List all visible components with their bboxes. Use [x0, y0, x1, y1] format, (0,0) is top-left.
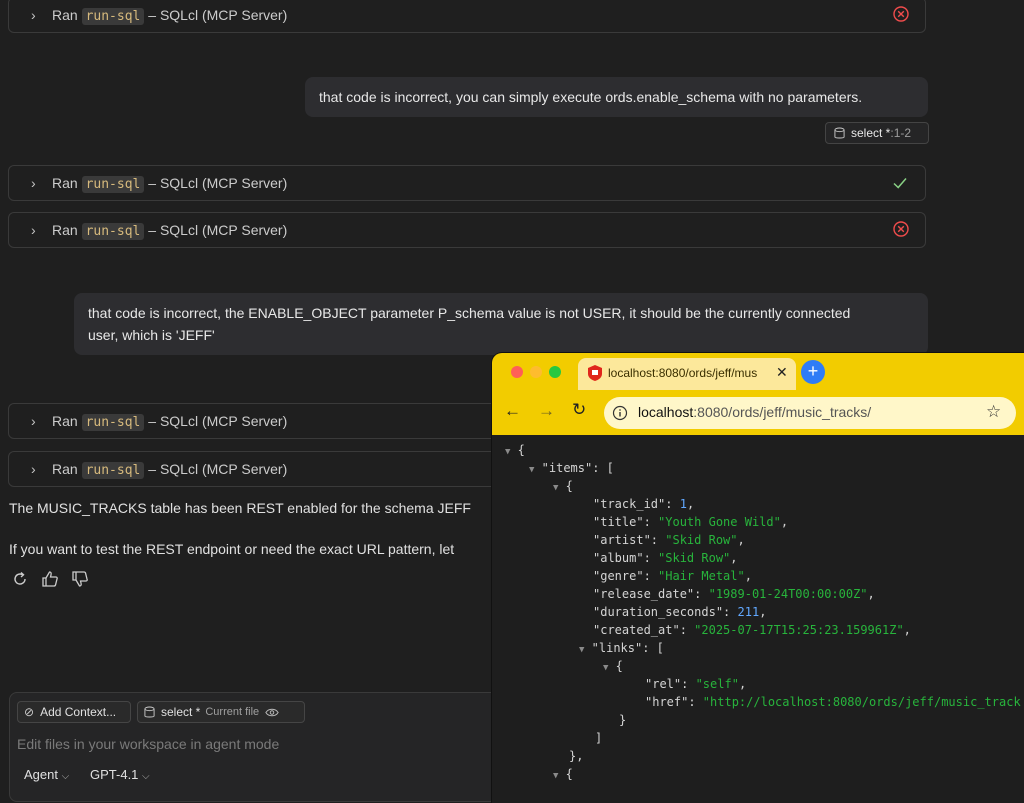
tool-run-row[interactable]: › Ran run-sql – SQLcl (MCP Server) — [8, 212, 926, 248]
error-icon — [893, 6, 909, 22]
tool-run-label: Ran run-sql – SQLcl (MCP Server) — [52, 175, 288, 193]
tab-strip: localhost:8080/ords/jeff/mus ✕ + — [492, 353, 1024, 390]
current-file-chip[interactable]: select * Current file — [137, 701, 305, 723]
close-tab-icon[interactable]: ✕ — [776, 364, 788, 381]
user-message: that code is incorrect, you can simply e… — [305, 77, 928, 117]
current-file-name: select * — [161, 705, 201, 719]
bookmark-star-icon[interactable]: ☆ — [986, 402, 1001, 422]
collapse-triangle-icon[interactable]: ▼ — [529, 465, 534, 475]
chevron-right-icon: › — [31, 7, 36, 23]
model-select[interactable]: GPT-4.1 ⌵ — [90, 767, 150, 782]
tool-run-label: Ran run-sql – SQLcl (MCP Server) — [52, 413, 288, 431]
browser-tab[interactable]: localhost:8080/ords/jeff/mus ✕ — [578, 358, 796, 390]
info-icon[interactable] — [612, 405, 628, 421]
tool-run-label: Ran run-sql – SQLcl (MCP Server) — [52, 461, 288, 479]
file-ref-range: :1-2 — [890, 126, 912, 140]
message-text: user, which is 'JEFF' — [88, 327, 215, 343]
collapse-triangle-icon[interactable]: ▼ — [505, 447, 510, 457]
reload-icon[interactable]: ↻ — [572, 400, 586, 420]
minimize-window-button[interactable] — [530, 366, 542, 378]
chat-input-panel: ⊘ Add Context... select * Current file E… — [9, 692, 569, 802]
chat-input-placeholder[interactable]: Edit files in your workspace in agent mo… — [17, 736, 279, 752]
agent-response: If you want to test the REST endpoint or… — [9, 541, 455, 557]
collapse-triangle-icon[interactable]: ▼ — [553, 483, 558, 493]
database-icon — [834, 127, 845, 138]
collapse-triangle-icon[interactable]: ▼ — [553, 771, 558, 781]
thumbs-up-icon[interactable] — [41, 570, 59, 588]
browser-window: localhost:8080/ords/jeff/mus ✕ + ← → ↻ l… — [492, 353, 1024, 803]
json-viewer: ▼ { ▼ "items": [ ▼ { "track_id": 1, "tit… — [492, 435, 1024, 803]
chevron-right-icon: › — [31, 413, 36, 429]
back-arrow-icon[interactable]: ← — [504, 401, 521, 421]
forward-arrow-icon[interactable]: → — [538, 401, 555, 421]
tool-run-row[interactable]: › Ran run-sql – SQLcl (MCP Server) — [8, 165, 926, 201]
chevron-down-icon: ⌵ — [61, 771, 70, 782]
browser-toolbar: ← → ↻ localhost:8080/ords/jeff/music_tra… — [492, 390, 1024, 435]
chevron-right-icon: › — [31, 222, 36, 238]
chevron-down-icon: ⌵ — [142, 771, 150, 782]
file-reference-chip[interactable]: select *:1-2 — [825, 122, 929, 144]
collapse-triangle-icon[interactable]: ▼ — [603, 663, 608, 673]
database-icon — [144, 706, 155, 717]
file-ref-name: select * — [851, 126, 891, 140]
check-icon — [893, 178, 907, 189]
message-text: that code is incorrect, the ENABLE_OBJEC… — [88, 305, 851, 321]
tab-title: localhost:8080/ords/jeff/mus — [608, 366, 758, 380]
user-message: that code is incorrect, the ENABLE_OBJEC… — [74, 293, 928, 355]
current-file-label: Current file — [205, 706, 260, 718]
maximize-window-button[interactable] — [549, 366, 561, 378]
tool-run-row[interactable]: › Ran run-sql – SQLcl (MCP Server) — [8, 0, 926, 33]
url-text: localhost:8080/ords/jeff/music_tracks/ — [638, 404, 872, 420]
agent-response: The MUSIC_TRACKS table has been REST ena… — [9, 500, 471, 516]
collapse-triangle-icon[interactable]: ▼ — [579, 645, 584, 655]
chevron-right-icon: › — [31, 175, 36, 191]
add-context-button[interactable]: ⊘ Add Context... — [17, 701, 131, 723]
tool-run-label: Ran run-sql – SQLcl (MCP Server) — [52, 222, 288, 240]
tool-run-label: Ran run-sql – SQLcl (MCP Server) — [52, 7, 288, 25]
close-window-button[interactable] — [511, 366, 523, 378]
address-bar[interactable]: localhost:8080/ords/jeff/music_tracks/ ☆ — [604, 397, 1016, 429]
paperclip-icon: ⊘ — [24, 705, 35, 719]
retry-icon[interactable] — [11, 570, 29, 588]
message-text: that code is incorrect, you can simply e… — [319, 89, 863, 105]
new-tab-button[interactable]: + — [801, 360, 825, 384]
error-icon — [893, 221, 909, 237]
eye-icon[interactable] — [265, 707, 279, 718]
mode-select[interactable]: Agent ⌵ — [24, 767, 69, 782]
ords-favicon-icon — [588, 365, 602, 381]
add-context-label: Add Context... — [40, 705, 117, 719]
thumbs-down-icon[interactable] — [71, 570, 89, 588]
chevron-right-icon: › — [31, 461, 36, 477]
